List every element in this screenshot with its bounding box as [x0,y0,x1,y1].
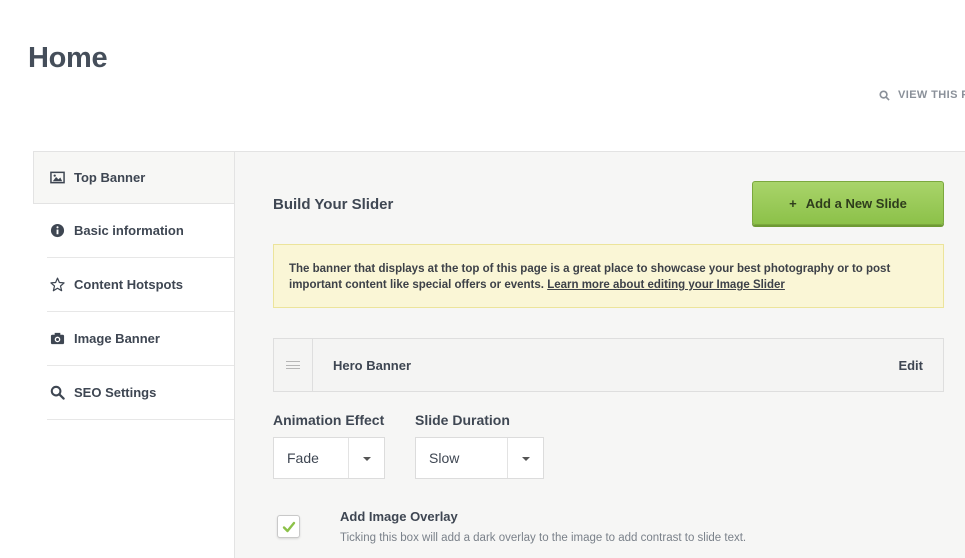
image-overlay-help: Ticking this box will add a dark overlay… [340,532,747,544]
slide-duration-value: Slow [429,450,460,466]
sidebar-item-label: Top Banner [74,170,146,185]
image-overlay-checkbox[interactable] [277,515,300,538]
image-icon [49,170,65,186]
sidebar-item-top-banner[interactable]: Top Banner [33,151,234,204]
info-icon [49,223,65,239]
section-title: Build Your Slider [273,196,394,213]
view-page-label: VIEW THIS P [898,89,965,101]
drag-handle-icon[interactable] [274,339,313,391]
animation-effect-label: Animation Effect [273,412,385,428]
sidebar-item-basic-information[interactable]: Basic information [47,204,234,258]
slider-panel: Build Your Slider + Add a New Slide The … [234,151,965,558]
camera-icon [49,331,65,347]
notice-help-link[interactable]: Learn more about editing your Image Slid… [547,279,785,291]
slide-duration-select[interactable]: Slow [415,437,544,479]
info-notice: The banner that displays at the top of t… [273,244,944,308]
chevron-down-icon [348,438,384,478]
animation-effect-value: Fade [287,450,319,466]
view-page-link[interactable]: VIEW THIS P [879,89,965,101]
search-icon [879,89,890,101]
chevron-down-icon [507,438,543,478]
add-new-slide-label: Add a New Slide [805,195,907,211]
sidebar-item-content-hotspots[interactable]: Content Hotspots [47,258,234,312]
page-title: Home [28,42,108,74]
slide-duration-label: Slide Duration [415,412,510,428]
slide-name: Hero Banner [333,357,412,373]
edit-slide-button[interactable]: Edit [898,358,923,373]
star-icon [49,277,65,293]
sidebar-item-label: Content Hotspots [74,277,184,292]
sidebar: Top Banner Basic information Content Hot… [33,151,234,420]
image-overlay-label: Add Image Overlay [340,509,458,524]
sidebar-item-seo-settings[interactable]: SEO Settings [47,366,234,420]
slide-row: Hero Banner Edit [273,338,944,392]
plus-icon: + [789,195,797,211]
checkmark-icon [282,521,295,532]
sidebar-item-label: Image Banner [74,331,160,346]
sidebar-item-label: Basic information [74,223,184,238]
sidebar-item-label: SEO Settings [74,385,157,400]
search-icon [49,385,65,401]
sidebar-item-image-banner[interactable]: Image Banner [47,312,234,366]
animation-effect-select[interactable]: Fade [273,437,385,479]
add-new-slide-button[interactable]: + Add a New Slide [752,181,944,225]
